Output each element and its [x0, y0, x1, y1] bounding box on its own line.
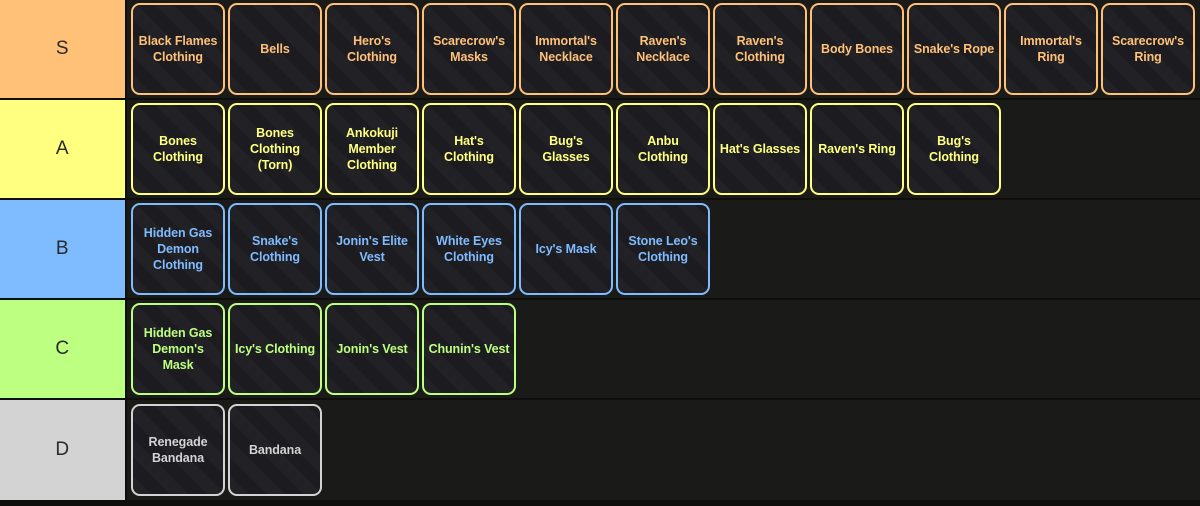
tier-item[interactable]: Icy's Mask: [519, 203, 613, 295]
tier-item-label: Bells: [260, 42, 290, 56]
tier-item-label: Body Bones: [821, 42, 893, 56]
tier-item[interactable]: Raven's Necklace: [616, 3, 710, 95]
tier-label-b[interactable]: B: [0, 200, 127, 298]
tier-item-label: Bug's Clothing: [929, 134, 979, 164]
tier-row-b: B Hidden Gas Demon Clothing Snake's Clothi…: [0, 200, 1200, 300]
tier-items-s: Black Flames Clothing Bells Hero's Clothin…: [127, 0, 1200, 98]
tier-item-label: Raven's Necklace: [636, 34, 690, 64]
tier-item[interactable]: Hero's Clothing: [325, 3, 419, 95]
tier-item-label: Hat's Clothing: [444, 134, 494, 164]
tier-item[interactable]: Jonin's Elite Vest: [325, 203, 419, 295]
tier-row-d: D Renegade Bandana Bandana: [0, 400, 1200, 500]
tier-item[interactable]: Bandana: [228, 404, 322, 496]
tier-item-label: Jonin's Elite Vest: [336, 234, 408, 264]
tier-items-b: Hidden Gas Demon Clothing Snake's Clothin…: [127, 200, 1200, 298]
tier-item[interactable]: Stone Leo's Clothing: [616, 203, 710, 295]
tier-item-label: White Eyes Clothing: [436, 234, 502, 264]
tier-row-a: A Bones Clothing Bones Clothing (Torn) Anko…: [0, 100, 1200, 200]
tier-item[interactable]: Bells: [228, 3, 322, 95]
tier-item[interactable]: Hidden Gas Demon's Mask: [131, 303, 225, 395]
tier-item-label: Jonin's Vest: [336, 342, 408, 356]
tier-item[interactable]: Anbu Clothing: [616, 103, 710, 195]
tier-item-label: Hat's Glasses: [719, 142, 801, 156]
tier-item-label: Bandana: [248, 443, 302, 457]
tier-item-label: Ankokuji Member Clothing: [346, 126, 398, 172]
tier-item-label: Icy's Clothing: [234, 342, 316, 356]
tier-item-label: Scarecrow's Masks: [432, 34, 506, 64]
tier-item[interactable]: Hat's Clothing: [422, 103, 516, 195]
tier-row-s: S Black Flames Clothing Bells Hero's Clothi…: [0, 0, 1200, 100]
tier-items-c: Hidden Gas Demon's Mask Icy's Clothing Jon…: [127, 300, 1200, 398]
tier-item-label: Black Flames Clothing: [138, 34, 218, 64]
tier-item-label: Immortal's Necklace: [535, 34, 597, 64]
tier-item-label: Raven's Ring: [818, 142, 896, 156]
tier-item[interactable]: Renegade Bandana: [131, 404, 225, 496]
tier-item[interactable]: Snake's Rope: [907, 3, 1001, 95]
tier-item[interactable]: Snake's Clothing: [228, 203, 322, 295]
tier-item[interactable]: Body Bones: [810, 3, 904, 95]
tier-item-label: Hidden Gas Demon's Mask: [143, 326, 213, 372]
tier-item-label: Icy's Mask: [535, 242, 597, 256]
tier-item[interactable]: Hidden Gas Demon Clothing: [131, 203, 225, 295]
tier-item[interactable]: Bones Clothing (Torn): [228, 103, 322, 195]
tier-item-label: Anbu Clothing: [638, 134, 688, 164]
tier-item[interactable]: Bug's Clothing: [907, 103, 1001, 195]
tier-item-label: Bones Clothing: [153, 134, 203, 164]
tier-item-label: Raven's Clothing: [735, 34, 785, 64]
tier-item[interactable]: Scarecrow's Ring: [1101, 3, 1195, 95]
tier-item-label: Snake's Rope: [913, 42, 995, 56]
tier-item-label: Snake's Clothing: [250, 234, 300, 264]
tier-label-s[interactable]: S: [0, 0, 127, 98]
tier-item-label: Hidden Gas Demon Clothing: [143, 226, 213, 272]
tier-row-c: C Hidden Gas Demon's Mask Icy's Clothing Jo…: [0, 300, 1200, 400]
tier-item[interactable]: Icy's Clothing: [228, 303, 322, 395]
tier-item[interactable]: Immortal's Necklace: [519, 3, 613, 95]
tier-item-label: Bug's Glasses: [542, 134, 590, 164]
tier-item[interactable]: Raven's Ring: [810, 103, 904, 195]
tier-label-a[interactable]: A: [0, 100, 127, 198]
tier-item[interactable]: Scarecrow's Masks: [422, 3, 516, 95]
tier-items-a: Bones Clothing Bones Clothing (Torn) Ankok…: [127, 100, 1200, 198]
tier-item-label: Scarecrow's Ring: [1111, 34, 1185, 64]
tier-item[interactable]: Immortal's Ring: [1004, 3, 1098, 95]
tier-item[interactable]: White Eyes Clothing: [422, 203, 516, 295]
tier-item-label: Bones Clothing (Torn): [250, 126, 300, 172]
tier-item[interactable]: Chunin's Vest: [422, 303, 516, 395]
tier-label-c[interactable]: C: [0, 300, 127, 398]
tier-label-d[interactable]: D: [0, 400, 127, 500]
tier-item[interactable]: Bug's Glasses: [519, 103, 613, 195]
tier-item[interactable]: Jonin's Vest: [325, 303, 419, 395]
tier-item[interactable]: Black Flames Clothing: [131, 3, 225, 95]
tier-list-board: S Black Flames Clothing Bells Hero's Clothi…: [0, 0, 1200, 506]
tier-item-label: Stone Leo's Clothing: [628, 234, 698, 264]
tier-item[interactable]: Ankokuji Member Clothing: [325, 103, 419, 195]
tier-item[interactable]: Raven's Clothing: [713, 3, 807, 95]
tier-items-d: Renegade Bandana Bandana: [127, 400, 1200, 500]
tier-item-label: Hero's Clothing: [347, 34, 397, 64]
tier-item[interactable]: Bones Clothing: [131, 103, 225, 195]
tier-item-label: Immortal's Ring: [1020, 34, 1082, 64]
tier-item-label: Renegade Bandana: [148, 435, 208, 465]
tier-item-label: Chunin's Vest: [428, 342, 510, 356]
tier-item[interactable]: Hat's Glasses: [713, 103, 807, 195]
